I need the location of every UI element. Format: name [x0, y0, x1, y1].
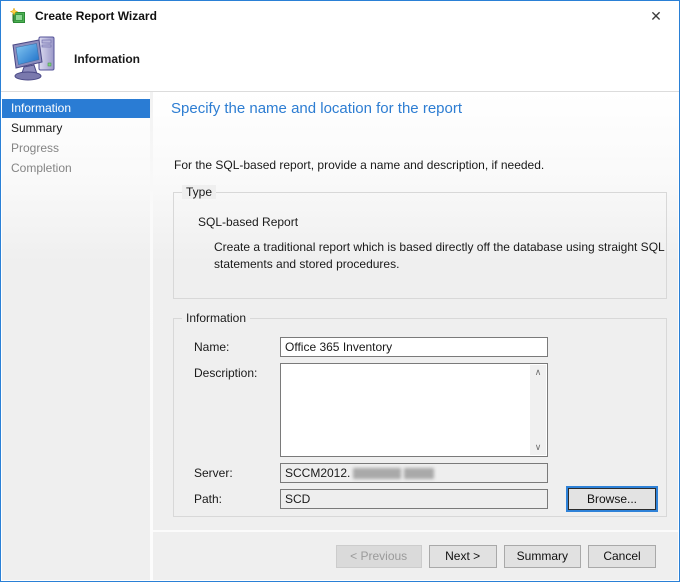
- report-type-name: SQL-based Report: [198, 215, 299, 229]
- server-redacted-text: [353, 467, 402, 479]
- footer-button-bar: < Previous Next > Summary Cancel: [153, 530, 678, 580]
- path-label: Path:: [194, 492, 223, 506]
- window-title: Create Report Wizard: [35, 9, 157, 23]
- intro-text: For the SQL-based report, provide a name…: [174, 158, 545, 172]
- browse-button[interactable]: Browse...: [568, 488, 656, 510]
- name-input[interactable]: [280, 337, 548, 357]
- next-button[interactable]: Next >: [428, 544, 497, 568]
- type-groupbox: Type SQL-based Report Create a tradition…: [173, 185, 667, 299]
- computer-icon: [12, 36, 55, 81]
- sidebar-item-completion: Completion: [11, 161, 72, 175]
- sidebar-item-summary[interactable]: Summary: [2, 119, 150, 138]
- information-groupbox-label: Information: [182, 311, 251, 325]
- sidebar-item-information[interactable]: Information: [2, 99, 150, 118]
- server-label: Server:: [194, 466, 233, 480]
- wizard-app-icon: [10, 8, 25, 23]
- header-step-title: Information: [74, 52, 140, 66]
- description-scrollbar[interactable]: ∧ ∨: [530, 365, 546, 455]
- scroll-up-icon[interactable]: ∧: [530, 365, 546, 380]
- type-groupbox-label: Type: [182, 185, 217, 199]
- summary-button[interactable]: Summary: [503, 544, 581, 568]
- wizard-steps-sidebar: Information Summary Progress Completion: [2, 92, 150, 580]
- previous-button: < Previous: [335, 544, 422, 568]
- wizard-content: Specify the name and location for the re…: [153, 92, 678, 530]
- create-report-wizard-dialog: Create Report Wizard ✕ Information Infor…: [0, 0, 680, 582]
- scroll-down-icon[interactable]: ∨: [530, 440, 546, 455]
- sidebar-item-progress: Progress: [11, 141, 60, 155]
- information-groupbox: Information Name: Description: ∧ ∨ Serve…: [173, 311, 667, 517]
- description-textarea[interactable]: ∧ ∨: [280, 363, 548, 457]
- report-type-description: Create a traditional report which is bas…: [214, 240, 665, 272]
- name-label: Name:: [194, 340, 230, 354]
- title-bar: Create Report Wizard ✕: [1, 1, 679, 31]
- cancel-button[interactable]: Cancel: [588, 544, 656, 568]
- description-label: Description:: [194, 366, 258, 380]
- server-redacted-text: [404, 467, 435, 479]
- page-title: Specify the name and location for the re…: [171, 100, 463, 117]
- path-input[interactable]: [280, 489, 548, 509]
- close-icon[interactable]: ✕: [633, 1, 679, 31]
- server-value: SCCM2012.: [285, 466, 351, 480]
- server-field[interactable]: SCCM2012.: [280, 463, 548, 483]
